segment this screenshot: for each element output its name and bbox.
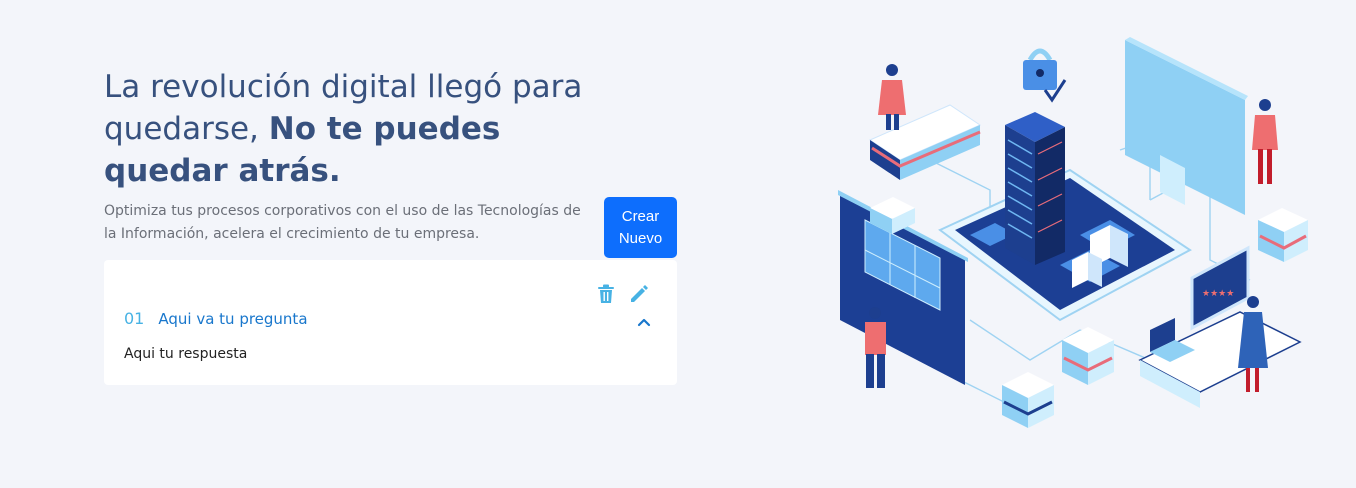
monitor-shape: [1125, 37, 1248, 215]
person-shape: [878, 64, 906, 130]
server-cube-shape: [1002, 372, 1054, 428]
svg-text:★★★★: ★★★★: [1202, 289, 1234, 299]
skyscraper-shape: [1005, 112, 1065, 265]
hero-title: La revolución digital llegó para quedars…: [104, 66, 624, 192]
faq-question-row[interactable]: 01 Aqui va tu pregunta: [124, 309, 308, 328]
pencil-icon[interactable]: [629, 284, 649, 304]
digital-city-illustration: ★★★★: [838, 37, 1308, 428]
faq-actions: [597, 284, 649, 304]
hero-subtitle: Optimiza tus procesos corporativos con e…: [104, 203, 581, 242]
laptop-desk-shape: [1138, 311, 1302, 408]
faq-question: Aqui va tu pregunta: [158, 310, 308, 328]
lock-shape: [1023, 48, 1067, 103]
person-shape: [1252, 99, 1278, 184]
faq-answer: Aqui tu respuesta: [124, 346, 248, 362]
faq-item[interactable]: 01 Aqui va tu pregunta Aqui tu respuesta: [104, 260, 677, 385]
trash-icon[interactable]: [597, 284, 615, 304]
create-new-button[interactable]: Crear Nuevo: [604, 197, 677, 258]
server-cube-shape: [1258, 208, 1308, 262]
person-shape: [1238, 296, 1268, 392]
faq-number: 01: [124, 309, 145, 328]
chevron-up-icon[interactable]: [637, 312, 651, 331]
